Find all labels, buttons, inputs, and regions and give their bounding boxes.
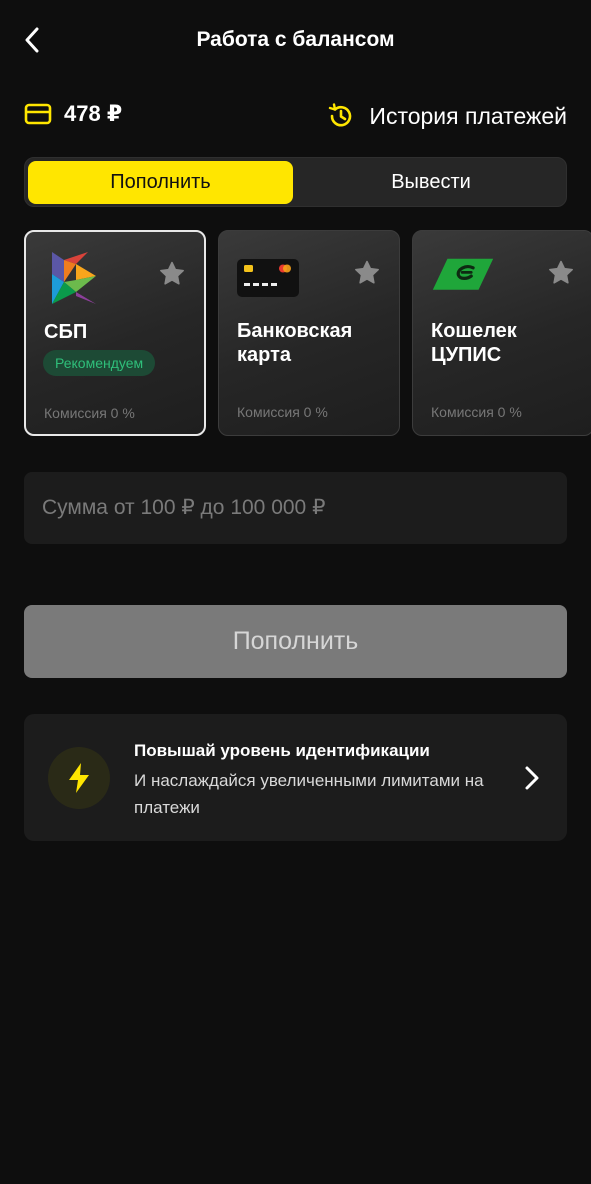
tab-withdraw[interactable]: Вывести [297, 161, 565, 204]
bank-card-icon [237, 259, 299, 297]
header: Работа с балансом [0, 0, 591, 84]
balance-amount: 478 ₽ [64, 101, 123, 126]
payment-history-link[interactable]: История платежей [327, 96, 567, 136]
payment-method-bank-card[interactable]: Банковская карта Комиссия 0 % [218, 230, 400, 436]
sbp-logo-icon [52, 252, 96, 304]
balance-row: 478 ₽ История платежей [24, 96, 567, 136]
promo-text: И наслаждайся увеличенными лимитами на п… [134, 771, 484, 817]
identification-promo[interactable]: Повышай уровень идентификации И наслажда… [24, 714, 567, 841]
balance: 478 ₽ [24, 96, 122, 132]
method-commission: Комиссия 0 % [237, 404, 328, 420]
method-name: Банковская карта [237, 320, 353, 366]
page-title: Работа с балансом [196, 28, 395, 51]
amount-input[interactable] [24, 472, 567, 544]
method-commission: Комиссия 0 % [44, 405, 135, 421]
payment-method-sbp[interactable]: СБП Рекомендуем Комиссия 0 % [24, 230, 206, 436]
favorite-star-icon[interactable] [547, 259, 575, 287]
recommended-badge: Рекомендуем [43, 350, 156, 376]
deposit-submit-button[interactable]: Пополнить [24, 605, 567, 678]
card-icon [24, 103, 52, 125]
balance-screen: Работа с балансом 478 ₽ История платежей… [0, 0, 591, 1184]
cupis-logo-icon [432, 258, 494, 290]
lightning-badge [48, 747, 110, 809]
tab-deposit[interactable]: Пополнить [28, 161, 293, 204]
history-label: История платежей [369, 102, 567, 129]
lightning-icon [69, 763, 89, 793]
history-icon [329, 103, 352, 127]
method-name: СБП [44, 321, 88, 343]
chevron-right-icon [525, 766, 539, 790]
favorite-star-icon[interactable] [353, 259, 381, 287]
method-commission: Комиссия 0 % [431, 404, 522, 420]
promo-title: Повышай уровень идентификации [134, 741, 430, 760]
method-name: Кошелек ЦУПИС [431, 320, 517, 366]
deposit-withdraw-tabs: Пополнить Вывести [24, 157, 567, 207]
favorite-star-icon[interactable] [158, 260, 186, 288]
payment-method-cupis-wallet[interactable]: Кошелек ЦУПИС Комиссия 0 % [412, 230, 591, 436]
